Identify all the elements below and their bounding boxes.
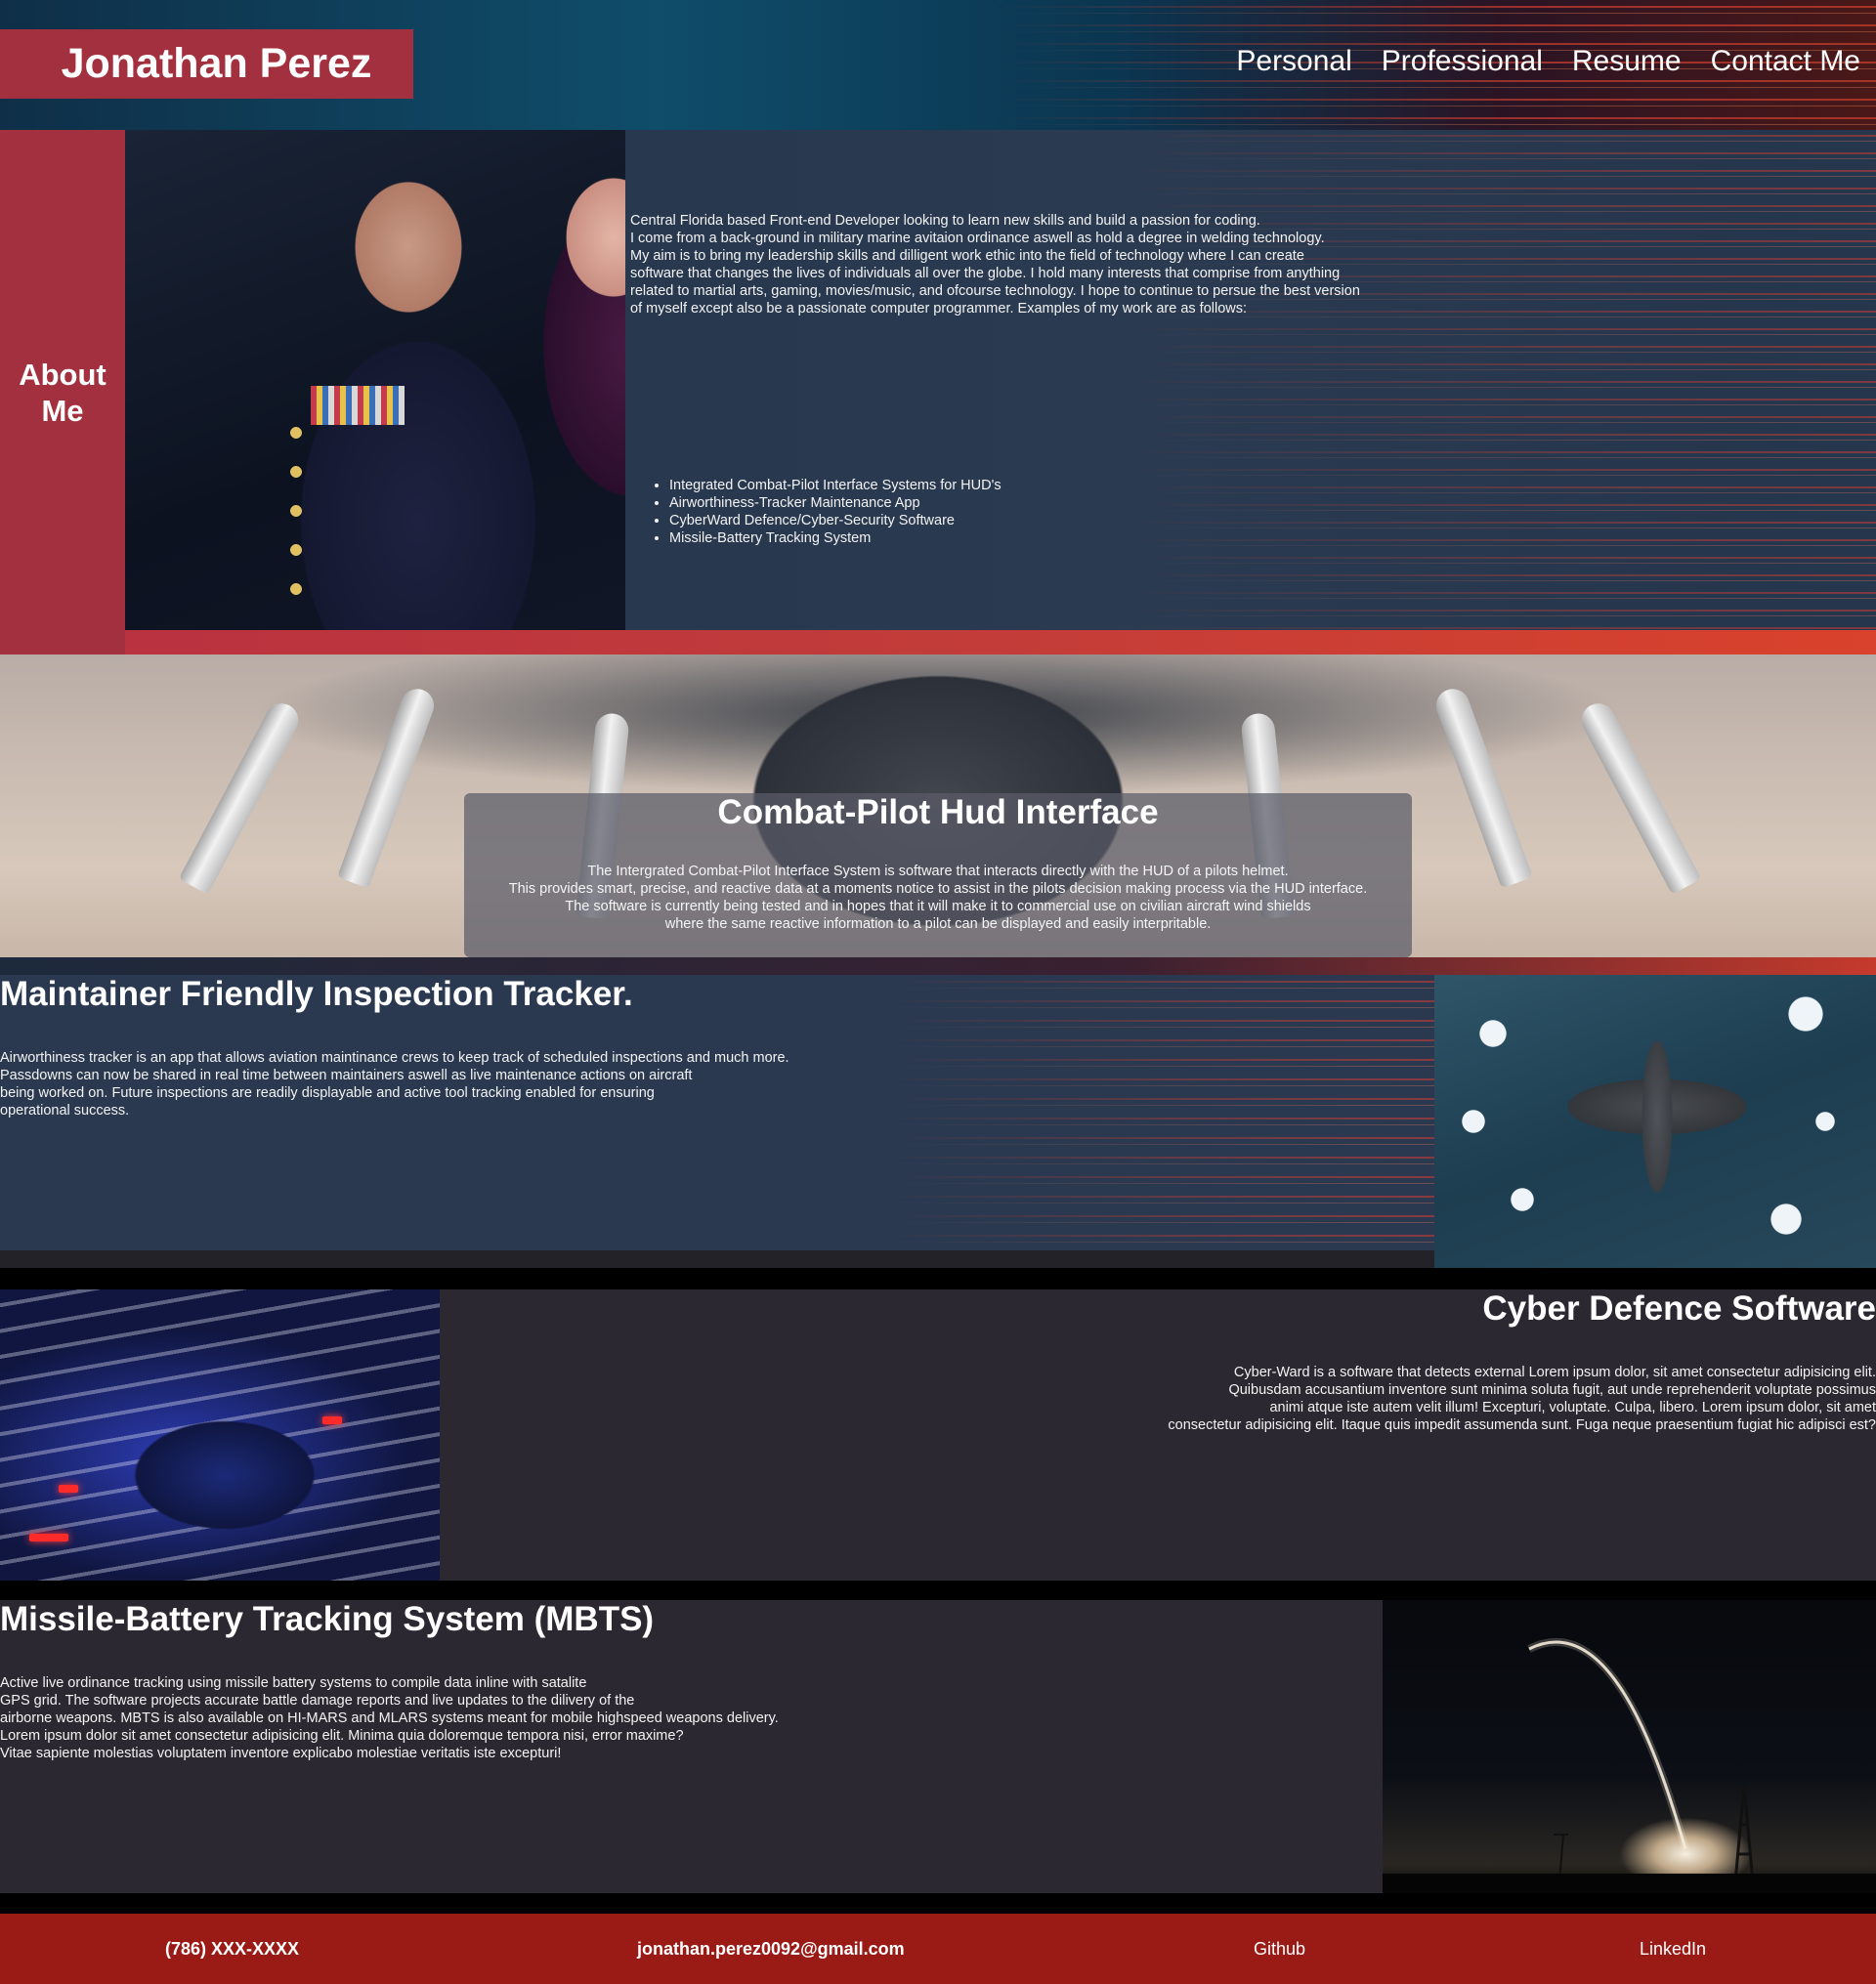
- uniform-buttons: [281, 423, 311, 618]
- description-line: This provides smart, precise, and reacti…: [508, 881, 1368, 897]
- description-line: Airworthiness tracker is an app that all…: [0, 1050, 789, 1066]
- list-item: CyberWard Defence/Cyber-Security Softwar…: [669, 512, 1002, 529]
- mbts-description: Active live ordinance tracking using mis…: [0, 1674, 879, 1762]
- combat-pilot-title: Combat-Pilot Hud Interface: [717, 793, 1159, 831]
- cyber-defence-title: Cyber Defence Software: [1482, 1289, 1876, 1328]
- description-line: Lorem ipsum dolor sit amet consectetur a…: [0, 1728, 684, 1744]
- footer-github-link[interactable]: Github: [1254, 1939, 1305, 1960]
- combat-pilot-description: The Intergrated Combat-Pilot Interface S…: [464, 863, 1412, 933]
- footer-phone[interactable]: (786) XXX-XXXX: [165, 1939, 299, 1960]
- about-line: software that changes the lives of indiv…: [630, 266, 1341, 281]
- mbts-section: Missile-Battery Tracking System (MBTS) A…: [0, 1600, 1876, 1893]
- about-me-label: About Me: [0, 130, 125, 654]
- about-line: I come from a back-ground in military ma…: [630, 231, 1325, 246]
- site-header: Jonathan Perez Personal Professional Res…: [0, 0, 1876, 130]
- maintainer-bottom-strip: [0, 1250, 1434, 1268]
- section-divider: [0, 1581, 1876, 1600]
- keyboard-led: [59, 1485, 78, 1493]
- about-bottom-bar: [0, 630, 1876, 654]
- fighter-jet-image: [1434, 975, 1876, 1268]
- section-divider: [0, 1893, 1876, 1914]
- projects-list: Integrated Combat-Pilot Interface System…: [669, 477, 1002, 547]
- nav-contact-me[interactable]: Contact Me: [1711, 45, 1860, 78]
- about-line: My aim is to bring my leadership skills …: [630, 248, 1304, 264]
- profile-photo: [125, 130, 625, 630]
- about-line: related to martial arts, gaming, movies/…: [630, 283, 1360, 299]
- list-item: Missile-Battery Tracking System: [669, 529, 1002, 547]
- list-item: Integrated Combat-Pilot Interface System…: [669, 477, 1002, 494]
- footer-linkedin-link[interactable]: LinkedIn: [1640, 1939, 1706, 1960]
- keyboard-led: [322, 1416, 342, 1424]
- keyboard-led: [29, 1534, 68, 1541]
- description-line: where the same reactive information to a…: [664, 916, 1212, 932]
- main-nav: Personal Professional Resume Contact Me: [1236, 45, 1860, 78]
- description-line: consectetur adipisicing elit. Itaque qui…: [1168, 1417, 1876, 1433]
- about-line: of myself except also be a passionate co…: [630, 301, 1248, 317]
- description-line: Quibusdam accusantium inventore sunt min…: [1228, 1382, 1876, 1398]
- combat-pilot-section: Combat-Pilot Hud Interface The Intergrat…: [0, 654, 1876, 957]
- description-line: The Intergrated Combat-Pilot Interface S…: [587, 864, 1289, 879]
- missile-graphic: [1431, 684, 1533, 889]
- description-line: Active live ordinance tracking using mis…: [0, 1675, 587, 1691]
- nav-professional[interactable]: Professional: [1382, 45, 1543, 78]
- brand-name[interactable]: Jonathan Perez: [0, 29, 413, 99]
- description-line: Passdowns can now be shared in real time…: [0, 1068, 693, 1083]
- footer-email[interactable]: jonathan.perez0092@gmail.com: [637, 1939, 905, 1960]
- keyboard-image: [0, 1289, 440, 1581]
- about-paragraph: Central Florida based Front-end Develope…: [630, 212, 1441, 317]
- maintainer-section: Maintainer Friendly Inspection Tracker. …: [0, 975, 1876, 1268]
- combat-pilot-card: Combat-Pilot Hud Interface The Intergrat…: [464, 793, 1412, 957]
- section-divider: [0, 1268, 1876, 1289]
- site-footer: (786) XXX-XXXX jonathan.perez0092@gmail.…: [0, 1914, 1876, 1984]
- missile-graphic: [1575, 697, 1702, 895]
- description-line: being worked on. Future inspections are …: [0, 1085, 655, 1101]
- nav-personal[interactable]: Personal: [1236, 45, 1351, 78]
- nav-resume[interactable]: Resume: [1572, 45, 1682, 78]
- section-divider: [0, 957, 1876, 975]
- medal-ribbons: [311, 386, 405, 425]
- missile-launch-image: [1383, 1600, 1876, 1893]
- description-line: operational success.: [0, 1103, 130, 1119]
- description-line: GPS grid. The software projects accurate…: [0, 1693, 635, 1709]
- description-line: The software is currently being tested a…: [565, 899, 1311, 914]
- cyber-defence-description: Cyber-Ward is a software that detects ex…: [1065, 1364, 1876, 1434]
- description-line: Cyber-Ward is a software that detects ex…: [1233, 1365, 1876, 1380]
- about-line: Central Florida based Front-end Develope…: [630, 213, 1260, 229]
- description-line: animi atque iste autem velit illum! Exce…: [1269, 1400, 1876, 1415]
- list-item: Airworthiness-Tracker Maintenance App: [669, 494, 1002, 512]
- description-line: Vitae sapiente molestias voluptatem inve…: [0, 1746, 562, 1761]
- missile-graphic: [337, 684, 439, 889]
- missile-trail-graphic: [1383, 1638, 1876, 1893]
- maintainer-description: Airworthiness tracker is an app that all…: [0, 1049, 879, 1119]
- about-section: About Me Central Florida based Front-end…: [0, 130, 1876, 654]
- description-line: airborne weapons. MBTS is also available…: [0, 1710, 779, 1726]
- maintainer-title: Maintainer Friendly Inspection Tracker.: [0, 975, 633, 1013]
- mbts-title: Missile-Battery Tracking System (MBTS): [0, 1600, 655, 1638]
- cyber-defence-section: Cyber Defence Software Cyber-Ward is a s…: [0, 1289, 1876, 1581]
- missile-graphic: [178, 697, 305, 895]
